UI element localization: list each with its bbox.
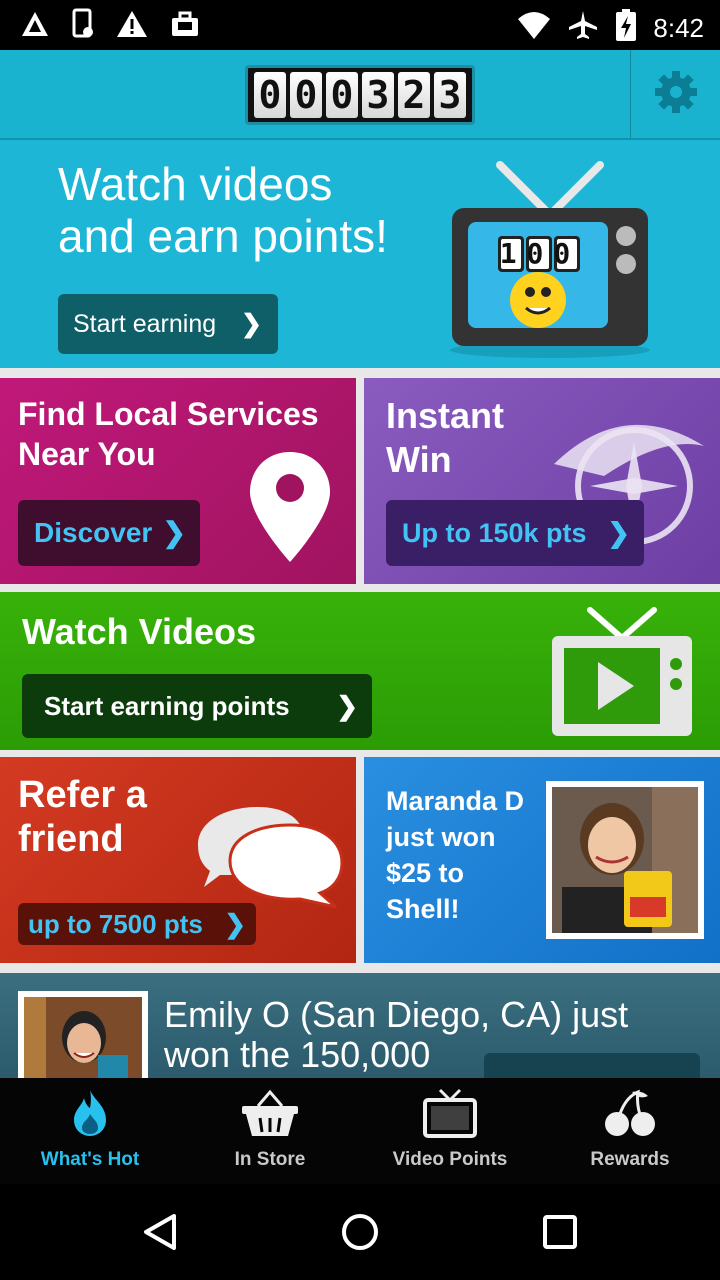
- counter-digit: 2: [398, 72, 430, 118]
- counter-digit: 0: [326, 72, 358, 118]
- gear-icon: [653, 69, 699, 120]
- discover-button[interactable]: Discover ❯: [18, 500, 200, 566]
- hero-headline-line: and earn points!: [58, 210, 388, 262]
- winner-text: Maranda D just won $25 to Shell!: [386, 783, 524, 927]
- instant-win-title-line: Win: [386, 439, 452, 480]
- tv-mascot-illustration: 100: [440, 160, 670, 360]
- nav-video-points[interactable]: Video Points: [360, 1078, 540, 1184]
- refer-title-line: friend: [18, 818, 124, 860]
- find-local-services-tile[interactable]: Find Local Services Near You Discover ❯: [0, 378, 356, 584]
- status-bar: 8:42: [0, 0, 720, 50]
- chevron-right-icon: ❯: [607, 518, 630, 548]
- counter-digit: 3: [362, 72, 394, 118]
- winner-photo: [546, 781, 704, 939]
- start-earning-button[interactable]: Start earning ❯: [58, 294, 278, 354]
- winner-text-line: Shell!: [386, 894, 460, 924]
- chevron-right-icon: ❯: [241, 310, 262, 338]
- refer-points-button[interactable]: up to 7500 pts ❯: [18, 903, 256, 945]
- nav-label: Video Points: [392, 1149, 508, 1170]
- back-icon[interactable]: [140, 1212, 180, 1257]
- discover-label: Discover: [34, 517, 153, 548]
- settings-button[interactable]: [630, 50, 720, 138]
- status-time: 8:42: [653, 12, 704, 43]
- warning-icon: [116, 9, 148, 44]
- app-header: 0 0 0 3 2 3: [0, 50, 720, 140]
- phone-icon: [72, 8, 94, 45]
- winner-announcement-tile[interactable]: Maranda D just won $25 to Shell!: [364, 757, 720, 963]
- refer-title-line: Refer a: [18, 774, 147, 816]
- instant-win-tile[interactable]: Instant Win Up to 150k pts ❯: [364, 378, 720, 584]
- home-icon[interactable]: [340, 1212, 380, 1257]
- app-a-icon: [20, 9, 50, 44]
- winner-text-line: just won: [386, 822, 496, 852]
- watch-videos-title: Watch Videos: [22, 611, 257, 652]
- watch-videos-tile[interactable]: Watch Videos Start earning points ❯: [0, 592, 720, 750]
- chat-bubbles-icon: [186, 799, 346, 914]
- basket-icon: [240, 1088, 300, 1143]
- counter-digit: 3: [434, 72, 466, 118]
- winner-story-banner[interactable]: Emily O (San Diego, CA) just won the 150…: [0, 973, 720, 1078]
- bottom-navigation: What's Hot In Store Video Points Rewards: [0, 1078, 720, 1184]
- tv-counter-text: 100: [499, 237, 581, 270]
- start-earning-label: Start earning: [73, 310, 217, 338]
- instant-win-button[interactable]: Up to 150k pts ❯: [386, 500, 644, 566]
- hero-banner[interactable]: Watch videos and earn points! Start earn…: [0, 140, 720, 368]
- counter-digit: 0: [254, 72, 286, 118]
- points-counter: 0 0 0 3 2 3: [245, 65, 475, 125]
- location-pin-icon: [244, 448, 336, 571]
- recents-icon[interactable]: [542, 1214, 578, 1255]
- tv-play-icon: [550, 606, 694, 743]
- hero-headline-line: Watch videos: [58, 158, 333, 210]
- flame-icon: [68, 1088, 112, 1143]
- briefcase-icon: [170, 9, 200, 44]
- refer-title: Refer a friend: [18, 773, 147, 861]
- refer-a-friend-tile[interactable]: Refer a friend up to 7500 pts ❯: [0, 757, 356, 963]
- chevron-right-icon: ❯: [162, 517, 186, 548]
- wifi-icon: [517, 9, 551, 46]
- nav-label: What's Hot: [40, 1149, 140, 1170]
- start-earning-points-label: Start earning points: [44, 691, 290, 721]
- instant-win-title: Instant Win: [386, 394, 504, 482]
- winner-story-photo: [18, 991, 148, 1078]
- services-title-line: Find Local Services: [18, 396, 319, 432]
- instant-win-title-line: Instant: [386, 395, 505, 436]
- nav-rewards[interactable]: Rewards: [540, 1078, 720, 1184]
- winner-text-line: Maranda D: [386, 786, 525, 816]
- cherries-icon: [602, 1088, 658, 1143]
- refer-points-label: up to 7500 pts: [28, 909, 203, 939]
- nav-label: In Store: [234, 1149, 306, 1170]
- winner-text-line: $25 to: [386, 858, 465, 888]
- winner-story-line: Emily O (San Diego, CA) just: [164, 994, 629, 1035]
- winner-story-button[interactable]: [484, 1053, 700, 1078]
- chevron-right-icon: ❯: [224, 909, 246, 939]
- nav-label: Rewards: [590, 1149, 670, 1170]
- counter-digit: 0: [290, 72, 322, 118]
- system-navigation-bar: [0, 1184, 720, 1280]
- hero-headline: Watch videos and earn points!: [58, 158, 388, 262]
- nav-whats-hot[interactable]: What's Hot: [0, 1078, 180, 1184]
- airplane-icon: [567, 9, 599, 46]
- tv-icon: [422, 1088, 478, 1143]
- instant-win-button-label: Up to 150k pts: [402, 518, 587, 548]
- chevron-right-icon: ❯: [336, 691, 358, 721]
- battery-charging-icon: [615, 8, 637, 47]
- start-earning-points-button[interactable]: Start earning points ❯: [22, 674, 372, 738]
- nav-in-store[interactable]: In Store: [180, 1078, 360, 1184]
